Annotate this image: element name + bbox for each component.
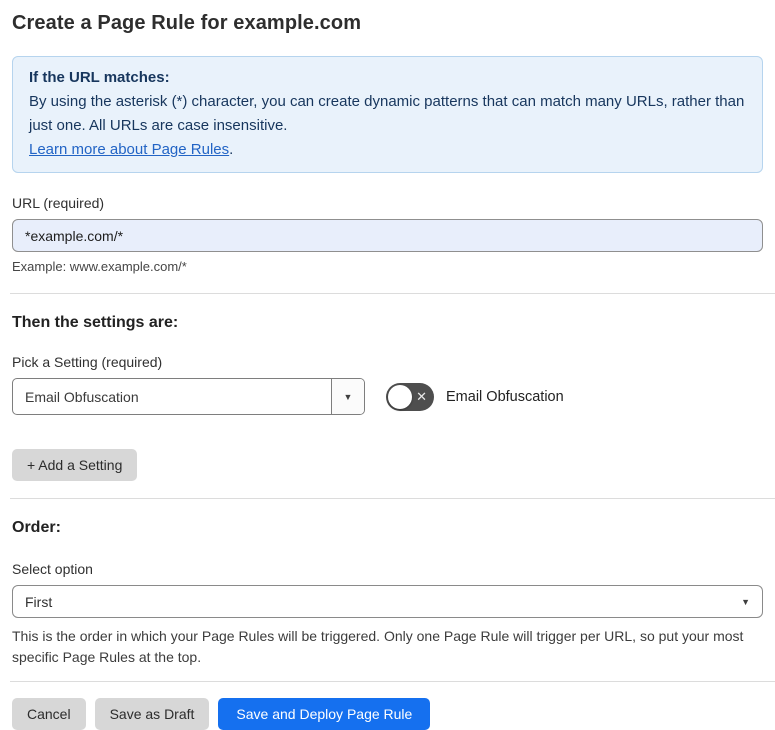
settings-section-heading: Then the settings are: xyxy=(12,314,179,331)
save-and-deploy-button[interactable]: Save and Deploy Page Rule xyxy=(218,698,431,730)
url-example-text: Example: www.example.com/* xyxy=(12,259,187,274)
info-box-link-line: Learn more about Page Rules. xyxy=(29,138,746,162)
url-label: URL (required) xyxy=(12,195,105,211)
order-description: This is the order in which your Page Rul… xyxy=(12,628,744,665)
url-input[interactable] xyxy=(12,219,763,252)
toggle-label: Email Obfuscation xyxy=(446,388,564,405)
setting-select[interactable]: Email Obfuscation ▼ xyxy=(12,378,365,415)
order-section-heading: Order: xyxy=(12,519,61,536)
email-obfuscation-toggle[interactable]: ✕ xyxy=(386,382,434,411)
learn-more-link[interactable]: Learn more about Page Rules xyxy=(29,141,229,158)
page-title: Create a Page Rule for example.com xyxy=(12,12,362,34)
divider xyxy=(10,498,775,499)
add-setting-button[interactable]: + Add a Setting xyxy=(12,449,138,481)
order-select[interactable]: First ▼ xyxy=(12,585,763,618)
divider xyxy=(10,293,775,294)
order-select-value: First xyxy=(25,593,53,610)
setting-row: Email Obfuscation ▼ ✕ Email Obfuscation xyxy=(12,378,763,415)
order-select-label: Select option xyxy=(12,561,93,577)
setting-select-value: Email Obfuscation xyxy=(25,388,139,405)
divider xyxy=(10,681,775,682)
url-match-info-box: If the URL matches: By using the asteris… xyxy=(12,56,763,173)
toggle-off-cross-icon: ✕ xyxy=(416,388,427,404)
save-as-draft-button[interactable]: Save as Draft xyxy=(94,698,210,730)
cancel-button[interactable]: Cancel xyxy=(12,698,86,730)
chevron-down-icon: ▼ xyxy=(741,596,750,607)
info-box-heading: If the URL matches: xyxy=(29,69,170,86)
toggle-knob xyxy=(388,384,412,409)
info-box-body: By using the asterisk (*) character, you… xyxy=(29,93,745,134)
footer-actions: Cancel Save as Draft Save and Deploy Pag… xyxy=(12,698,763,730)
link-suffix: . xyxy=(229,141,234,158)
pick-setting-label: Pick a Setting (required) xyxy=(12,354,163,370)
setting-select-dropdown-button[interactable]: ▼ xyxy=(331,379,364,414)
chevron-down-icon: ▼ xyxy=(343,391,353,402)
